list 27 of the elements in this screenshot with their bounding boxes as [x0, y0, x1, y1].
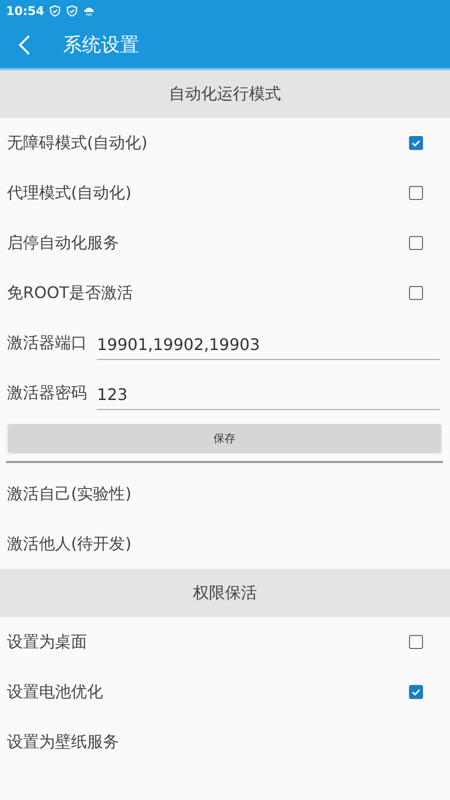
checkbox[interactable] [409, 136, 423, 150]
setting-label: 设置为桌面 [7, 632, 87, 652]
setting-label[interactable]: 激活自己(实验性) [7, 484, 132, 504]
setting-label: 设置电池优化 [7, 682, 103, 702]
setting-label[interactable]: 激活他人(待开发) [7, 534, 132, 554]
checkbox[interactable] [409, 635, 423, 649]
setting-label: 无障碍模式(自动化) [7, 132, 148, 154]
checkbox[interactable] [409, 186, 423, 200]
shield-icon [66, 5, 78, 17]
checkbox[interactable] [409, 685, 423, 699]
clock: 10:54 [6, 4, 44, 18]
section-title: 自动化运行模式 [169, 84, 281, 104]
setting-label: 免ROOT是否激活 [7, 282, 134, 304]
checkbox[interactable] [409, 286, 423, 300]
input-field[interactable]: 19901,19902,19903 [97, 326, 440, 360]
input-field[interactable]: 123 [97, 376, 440, 410]
setting-label: 启停自动化服务 [7, 232, 119, 254]
field-label: 激活器密码 [7, 382, 87, 404]
screen-title: 系统设置 [63, 33, 139, 58]
setting-label[interactable]: 设置为壁纸服务 [7, 732, 119, 752]
checkbox[interactable] [409, 236, 423, 250]
cloud-icon [83, 5, 96, 17]
save-button[interactable]: 保存 [8, 424, 441, 452]
shield-icon [49, 5, 62, 17]
setting-label: 代理模式(自动化) [7, 182, 132, 204]
section-title: 权限保活 [193, 582, 257, 604]
field-label: 激活器端口 [7, 332, 87, 354]
